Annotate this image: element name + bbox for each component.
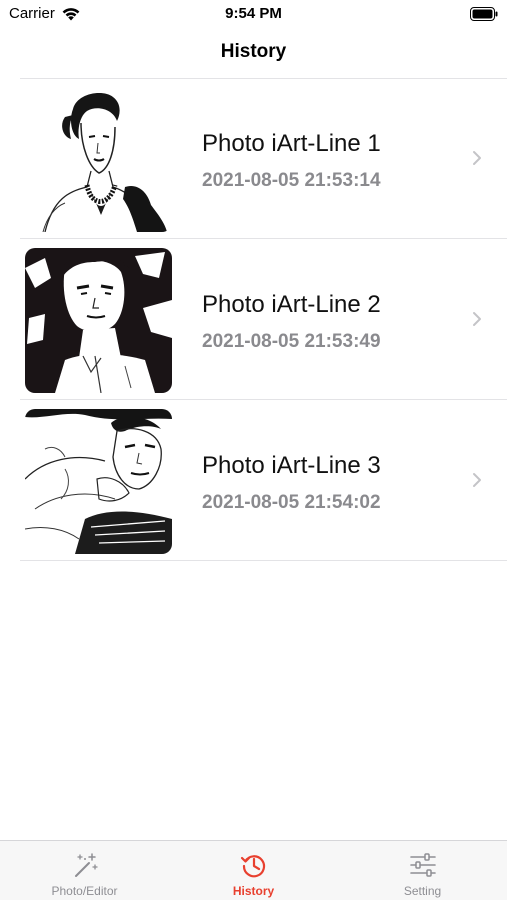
tab-label: Photo/Editor bbox=[51, 884, 118, 898]
tab-label: History bbox=[232, 884, 275, 898]
history-item-date: 2021-08-05 21:54:02 bbox=[202, 492, 381, 513]
sliders-icon bbox=[409, 853, 436, 877]
line-art-man-thumbnail bbox=[25, 248, 172, 393]
line-art-woman-thumbnail bbox=[25, 87, 172, 232]
page-title: History bbox=[220, 41, 287, 62]
history-list: Photo iArt-Line 1 2021-08-05 21:53:14 Ph… bbox=[0, 78, 507, 561]
thumbnail-image bbox=[25, 248, 172, 393]
thumbnail-image bbox=[25, 409, 172, 554]
status-bar: Carrier 9:54 PM bbox=[0, 0, 507, 30]
chevron-right-icon bbox=[473, 473, 481, 487]
history-item-date: 2021-08-05 21:53:14 bbox=[202, 170, 381, 191]
history-item-date: 2021-08-05 21:53:49 bbox=[202, 331, 381, 352]
history-item-title: Photo iArt-Line 1 bbox=[202, 130, 381, 157]
tab-bar: Photo/Editor History Setting bbox=[0, 840, 507, 900]
history-row[interactable]: Photo iArt-Line 3 2021-08-05 21:54:02 bbox=[0, 400, 507, 561]
line-art-reclining-thumbnail bbox=[25, 409, 172, 554]
tab-label: Setting bbox=[403, 884, 442, 898]
status-time: 9:54 PM bbox=[225, 5, 282, 22]
chevron-right-icon bbox=[473, 151, 481, 165]
history-clock-icon bbox=[240, 855, 265, 878]
chevron-right-icon bbox=[473, 312, 481, 326]
thumbnail-image bbox=[25, 87, 172, 232]
battery-icon bbox=[470, 7, 498, 21]
tab-photo-editor[interactable]: Photo/Editor bbox=[0, 841, 169, 900]
history-row[interactable]: Photo iArt-Line 1 2021-08-05 21:53:14 bbox=[0, 78, 507, 239]
history-item-title: Photo iArt-Line 2 bbox=[202, 291, 381, 318]
navigation-bar: History bbox=[0, 30, 507, 76]
magic-wand-icon bbox=[74, 853, 98, 877]
history-row[interactable]: Photo iArt-Line 2 2021-08-05 21:53:49 bbox=[0, 239, 507, 400]
tab-history[interactable]: History bbox=[169, 841, 338, 900]
history-item-title: Photo iArt-Line 3 bbox=[202, 452, 381, 479]
tab-setting[interactable]: Setting bbox=[338, 841, 507, 900]
